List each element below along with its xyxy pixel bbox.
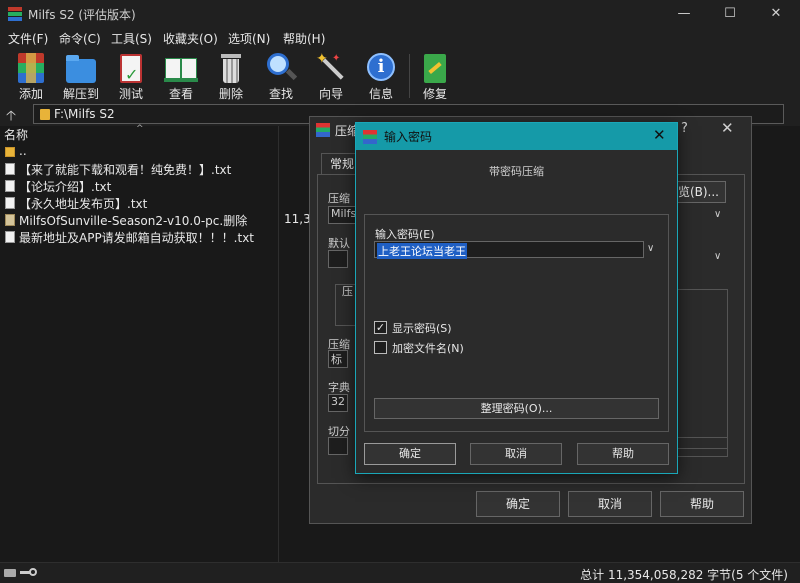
test-clipboard-icon: ✓ bbox=[114, 51, 148, 85]
archive-options-group bbox=[670, 289, 728, 449]
window-title: Milfs S2 (评估版本) bbox=[28, 8, 136, 22]
list-item[interactable]: 【论坛介绍】.txt bbox=[0, 177, 300, 194]
repair-kit-icon bbox=[418, 51, 452, 85]
profile-field[interactable] bbox=[328, 250, 348, 268]
archive-file-icon bbox=[5, 214, 15, 226]
close-button[interactable]: ✕ bbox=[753, 0, 799, 28]
trash-icon bbox=[214, 51, 248, 85]
close-icon[interactable]: ✕ bbox=[721, 119, 734, 137]
minimize-button[interactable]: — bbox=[661, 0, 707, 28]
chevron-down-icon[interactable]: ∨ bbox=[647, 243, 654, 254]
dialog-subtitle: 带密码压缩 bbox=[489, 165, 544, 178]
split-volumes-field[interactable] bbox=[328, 437, 348, 455]
password-dialog: 输入密码 ✕ 带密码压缩 输入密码(E) 上老王论坛当老王 ∨ ✓ 显示密码(S… bbox=[355, 122, 678, 474]
encrypt-filenames-label: 加密文件名(N) bbox=[392, 342, 464, 355]
extract-folder-icon bbox=[64, 51, 98, 85]
winrar-icon bbox=[363, 130, 377, 144]
dictionary-size-label: 字典 bbox=[328, 381, 350, 394]
info-icon: i bbox=[364, 51, 398, 85]
compression-method-select[interactable]: 标准 bbox=[328, 350, 348, 368]
archive-ok-button[interactable]: 确定 bbox=[476, 491, 560, 517]
show-password-label: 显示密码(S) bbox=[392, 322, 452, 335]
menu-options[interactable]: 选项(N) bbox=[228, 30, 270, 47]
list-item[interactable]: 【永久地址发布页】.txt bbox=[0, 194, 300, 211]
menu-favorites[interactable]: 收藏夹(O) bbox=[163, 30, 218, 47]
help-icon[interactable]: ? bbox=[681, 121, 688, 136]
archive-help-button[interactable]: 帮助 bbox=[660, 491, 744, 517]
menu-help[interactable]: 帮助(H) bbox=[283, 30, 325, 47]
view-button[interactable]: 查看 bbox=[156, 48, 206, 102]
menu-bar: 文件(F) 命令(C) 工具(S) 收藏夹(O) 选项(N) 帮助(H) bbox=[0, 28, 800, 48]
encrypt-filenames-checkbox[interactable] bbox=[374, 341, 387, 354]
text-file-icon bbox=[5, 180, 15, 192]
maximize-button[interactable]: ☐ bbox=[707, 0, 753, 28]
password-label: 输入密码(E) bbox=[375, 228, 435, 241]
add-archive-icon bbox=[14, 51, 48, 85]
browse-button[interactable]: 览(B)... bbox=[670, 181, 726, 203]
close-icon[interactable]: ✕ bbox=[653, 126, 666, 144]
magic-wand-icon: ✦ ✦ bbox=[314, 51, 348, 85]
password-input[interactable]: 上老王论坛当老王 bbox=[374, 241, 644, 259]
find-button[interactable]: 查找 bbox=[256, 48, 306, 102]
ok-button[interactable]: 确定 bbox=[364, 443, 456, 465]
test-button[interactable]: ✓ 测试 bbox=[106, 48, 156, 102]
organize-passwords-button[interactable]: 整理密码(O)... bbox=[374, 398, 659, 419]
list-item[interactable]: 最新地址及APP请发邮箱自动获取！！！.txt bbox=[0, 228, 300, 245]
toolbar-separator bbox=[409, 54, 410, 98]
status-bar: 总计 11,354,058,282 字节(5 个文件) bbox=[0, 562, 800, 583]
folder-icon bbox=[5, 147, 15, 157]
delete-button[interactable]: 删除 bbox=[206, 48, 256, 102]
extract-to-button[interactable]: 解压到 bbox=[56, 48, 106, 102]
folder-icon bbox=[40, 109, 50, 120]
toolbar: 添加 解压到 ✓ 测试 查看 删除 查找 ✦ ✦ 向导 i 信息 修复 bbox=[0, 48, 800, 102]
magnifier-icon bbox=[264, 51, 298, 85]
key-drive-icon bbox=[4, 567, 38, 579]
repair-button[interactable]: 修复 bbox=[410, 48, 460, 102]
view-book-icon bbox=[164, 51, 198, 85]
title-bar: Milfs S2 (评估版本) — ☐ ✕ bbox=[0, 0, 800, 28]
menu-commands[interactable]: 命令(C) bbox=[59, 30, 101, 47]
update-mode-field[interactable] bbox=[670, 437, 728, 457]
text-file-icon bbox=[5, 231, 15, 243]
add-button[interactable]: 添加 bbox=[6, 48, 56, 102]
menu-tools[interactable]: 工具(S) bbox=[111, 30, 152, 47]
dictionary-size-select[interactable]: 32 bbox=[328, 394, 348, 412]
dialog-title-bar: 输入密码 ✕ bbox=[356, 123, 677, 150]
text-file-icon bbox=[5, 197, 15, 209]
path-text: F:\Milfs S2 bbox=[54, 107, 115, 121]
help-button[interactable]: 帮助 bbox=[577, 443, 669, 465]
dialog-title: 输入密码 bbox=[384, 130, 433, 144]
default-profile-label: 默认 bbox=[328, 237, 350, 250]
password-text: 上老王论坛当老王 bbox=[377, 243, 467, 259]
menu-file[interactable]: 文件(F) bbox=[8, 30, 48, 47]
list-item[interactable]: MilfsOfSunville-Season2-v10.0-pc.删除 bbox=[0, 211, 300, 228]
winrar-icon bbox=[316, 123, 330, 137]
cancel-button[interactable]: 取消 bbox=[470, 443, 562, 465]
archive-name-field[interactable]: Milfs bbox=[328, 206, 356, 224]
archive-cancel-button[interactable]: 取消 bbox=[568, 491, 652, 517]
archive-name-label: 压缩 bbox=[328, 192, 350, 205]
wizard-button[interactable]: ✦ ✦ 向导 bbox=[306, 48, 356, 102]
show-password-checkbox[interactable]: ✓ bbox=[374, 321, 387, 334]
text-file-icon bbox=[5, 163, 15, 175]
list-item[interactable]: .. bbox=[0, 143, 300, 160]
sort-up-icon: ^ bbox=[136, 124, 144, 134]
column-header-name[interactable]: 名称 bbox=[4, 126, 28, 143]
list-item[interactable]: 【来了就能下载和观看！纯免费！】.txt bbox=[0, 160, 300, 177]
info-button[interactable]: i 信息 bbox=[356, 48, 406, 102]
winrar-icon bbox=[8, 7, 22, 21]
chevron-down-icon[interactable]: ∨ bbox=[714, 251, 721, 262]
status-text: 总计 11,354,058,282 字节(5 个文件) bbox=[580, 568, 788, 582]
file-size: 11,3 bbox=[284, 212, 311, 226]
chevron-down-icon[interactable]: ∨ bbox=[714, 209, 721, 220]
